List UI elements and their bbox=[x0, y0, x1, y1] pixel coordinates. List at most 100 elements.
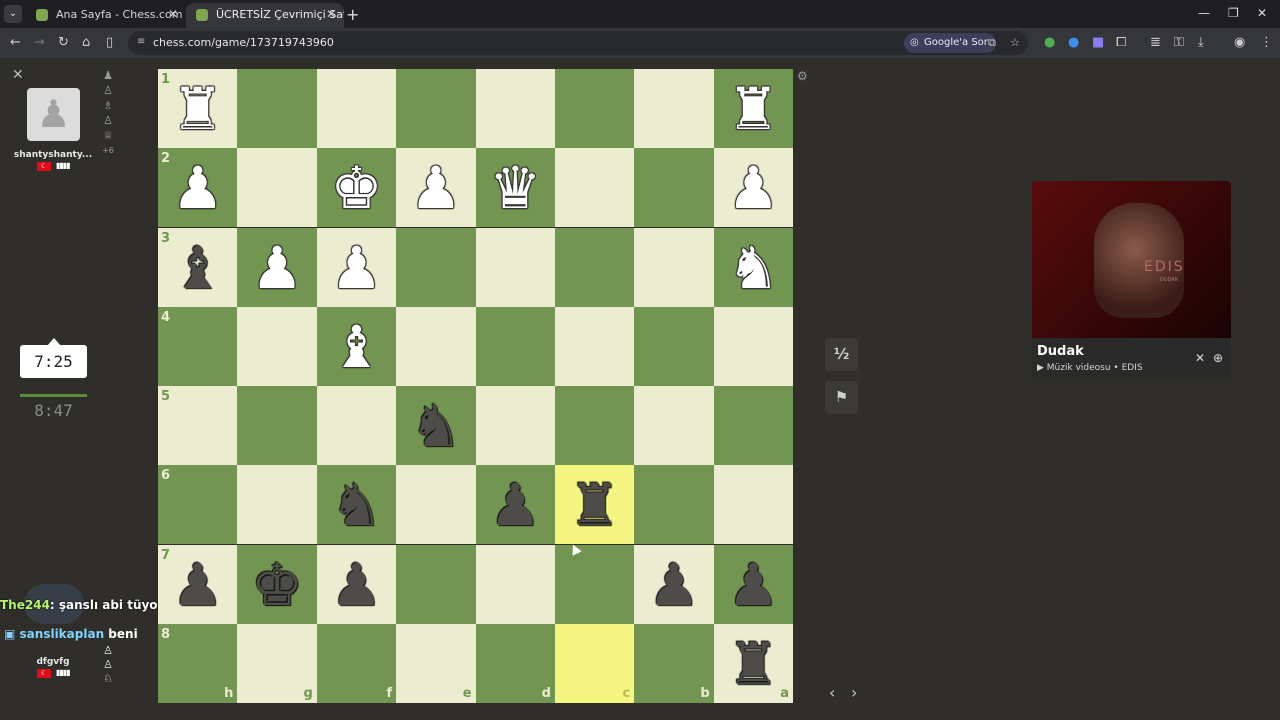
forward-icon[interactable]: → bbox=[34, 35, 45, 50]
board-square[interactable] bbox=[554, 544, 635, 624]
board-square[interactable]: ♞ bbox=[713, 227, 794, 307]
black-pawn-piece[interactable]: ♟ bbox=[476, 465, 555, 544]
white-pawn-piece[interactable]: ♟ bbox=[396, 148, 475, 227]
board-square[interactable] bbox=[396, 306, 476, 386]
top-player-name[interactable]: shantyshanty... bbox=[10, 150, 96, 160]
black-rook-piece[interactable]: ♜ bbox=[555, 465, 634, 544]
board-square[interactable]: g bbox=[237, 623, 317, 703]
board-square[interactable]: ♚ bbox=[316, 148, 397, 228]
board-square[interactable]: ♛ bbox=[475, 148, 555, 228]
white-bishop-piece[interactable]: ♝ bbox=[317, 307, 396, 386]
board-square[interactable]: ♟ bbox=[713, 544, 794, 624]
board-square[interactable] bbox=[554, 69, 635, 149]
black-pawn-piece[interactable]: ♟ bbox=[714, 545, 793, 624]
white-pawn-piece[interactable]: ♟ bbox=[714, 148, 793, 227]
video-title[interactable]: Dudak bbox=[1037, 344, 1084, 359]
window-close-icon[interactable]: ✕ bbox=[1257, 6, 1267, 20]
board-square[interactable]: e bbox=[396, 623, 476, 703]
media-icon[interactable]: ≣ bbox=[1150, 35, 1161, 50]
board-square[interactable]: d bbox=[475, 623, 555, 703]
board-square[interactable] bbox=[237, 148, 317, 228]
board-square[interactable] bbox=[554, 386, 635, 466]
resign-button[interactable]: ⚑ bbox=[825, 381, 858, 414]
install-icon[interactable]: ⧉ bbox=[988, 36, 996, 50]
board-square[interactable] bbox=[237, 306, 317, 386]
board-square[interactable] bbox=[634, 465, 714, 545]
board-square[interactable] bbox=[554, 306, 635, 386]
board-square[interactable]: 6 bbox=[158, 465, 238, 545]
board-square[interactable] bbox=[396, 227, 476, 307]
miniplayer[interactable]: EDIS DUDAK Dudak ▶ Müzik videosu • EDIS … bbox=[1032, 181, 1231, 380]
extension-icon[interactable]: ● bbox=[1068, 35, 1079, 50]
extension-icon[interactable]: ● bbox=[1044, 35, 1055, 50]
board-settings-icon[interactable]: ⚙ bbox=[797, 69, 808, 83]
board-square[interactable] bbox=[316, 386, 397, 466]
board-square[interactable]: ♝ 3 bbox=[158, 227, 238, 307]
black-pawn-piece[interactable]: ♟ bbox=[317, 545, 396, 624]
bookmark-star-icon[interactable]: ☆ bbox=[1010, 36, 1020, 49]
board-square[interactable] bbox=[713, 306, 794, 386]
board-square[interactable]: ♟ bbox=[237, 227, 317, 307]
board-square[interactable] bbox=[237, 465, 317, 545]
board-square[interactable] bbox=[713, 465, 794, 545]
address-bar[interactable]: ≡ chess.com/game/173719743960 Google'a S… bbox=[128, 31, 1028, 55]
close-icon[interactable]: ✕ bbox=[1195, 351, 1205, 365]
board-square[interactable] bbox=[634, 306, 714, 386]
tab-satranc[interactable]: ÜCRETSİZ Çevrimiçi Satranç Oy ✕ bbox=[186, 3, 344, 28]
black-knight-piece[interactable]: ♞ bbox=[317, 465, 396, 544]
new-tab-icon[interactable]: + bbox=[346, 5, 359, 24]
close-panel-icon[interactable]: ✕ bbox=[12, 67, 24, 83]
white-pawn-piece[interactable]: ♟ bbox=[237, 228, 316, 307]
offer-draw-button[interactable]: ½ bbox=[825, 338, 858, 371]
home-icon[interactable]: ⌂ bbox=[82, 35, 90, 50]
board-square[interactable] bbox=[475, 306, 555, 386]
board-square[interactable]: c bbox=[554, 623, 635, 703]
board-square[interactable] bbox=[554, 148, 635, 228]
board-square[interactable]: 4 bbox=[158, 306, 238, 386]
close-tab-icon[interactable]: ✕ bbox=[326, 3, 336, 26]
board-square[interactable] bbox=[475, 386, 555, 466]
black-knight-piece[interactable]: ♞ bbox=[396, 386, 475, 465]
board-square[interactable] bbox=[396, 544, 476, 624]
board-square[interactable]: ♟ bbox=[396, 148, 476, 228]
board-square[interactable]: f bbox=[316, 623, 397, 703]
board-square[interactable]: ♜ bbox=[713, 69, 794, 149]
board-square[interactable] bbox=[634, 69, 714, 149]
white-king-piece[interactable]: ♚ bbox=[317, 148, 396, 227]
board-square[interactable]: 5 bbox=[158, 386, 238, 466]
back-icon[interactable]: ← bbox=[10, 35, 21, 50]
board-square[interactable] bbox=[396, 69, 476, 149]
add-icon[interactable]: ⊕ bbox=[1213, 351, 1223, 365]
board-square[interactable]: ♟ 7 bbox=[158, 544, 238, 624]
board-square[interactable] bbox=[396, 465, 476, 545]
restore-icon[interactable]: ❐ bbox=[1228, 6, 1239, 20]
board-square[interactable] bbox=[475, 544, 555, 624]
board-square[interactable] bbox=[713, 386, 794, 466]
board-square[interactable]: 8h bbox=[158, 623, 238, 703]
board-square[interactable] bbox=[237, 69, 317, 149]
board-square[interactable]: ♟ bbox=[634, 544, 714, 624]
next-move-icon[interactable]: › bbox=[851, 683, 857, 702]
board-square[interactable]: ♟ 2 bbox=[158, 148, 238, 228]
board-square[interactable] bbox=[475, 69, 555, 149]
tab-search-button[interactable]: ⌄ bbox=[4, 5, 22, 23]
extensions-puzzle-icon[interactable]: ⧠ bbox=[1116, 35, 1126, 50]
white-pawn-piece[interactable]: ♟ bbox=[317, 228, 396, 307]
board-square[interactable]: ♟ bbox=[316, 227, 397, 307]
menu-icon[interactable]: ⋮ bbox=[1260, 35, 1273, 50]
site-info-icon[interactable]: ≡ bbox=[137, 36, 147, 47]
board-square[interactable]: ♟ bbox=[475, 465, 555, 545]
extension-icon[interactable]: ■ bbox=[1092, 35, 1104, 50]
reload-icon[interactable]: ↻ bbox=[58, 35, 69, 50]
board-square[interactable] bbox=[634, 227, 714, 307]
board-square[interactable]: ♚ bbox=[237, 544, 317, 624]
profile-icon[interactable]: ◉ bbox=[1234, 35, 1245, 50]
bottom-player-name[interactable]: dfgvfg bbox=[10, 657, 96, 667]
board-square[interactable]: ♜ a bbox=[713, 623, 794, 703]
white-rook-piece[interactable]: ♜ bbox=[714, 69, 793, 148]
board-square[interactable] bbox=[634, 386, 714, 466]
board-square[interactable]: ♟ bbox=[316, 544, 397, 624]
tab-ana-sayfa[interactable]: Ana Sayfa - Chess.com ✕ bbox=[26, 3, 186, 28]
board-square[interactable] bbox=[554, 227, 635, 307]
board-square[interactable] bbox=[316, 69, 397, 149]
